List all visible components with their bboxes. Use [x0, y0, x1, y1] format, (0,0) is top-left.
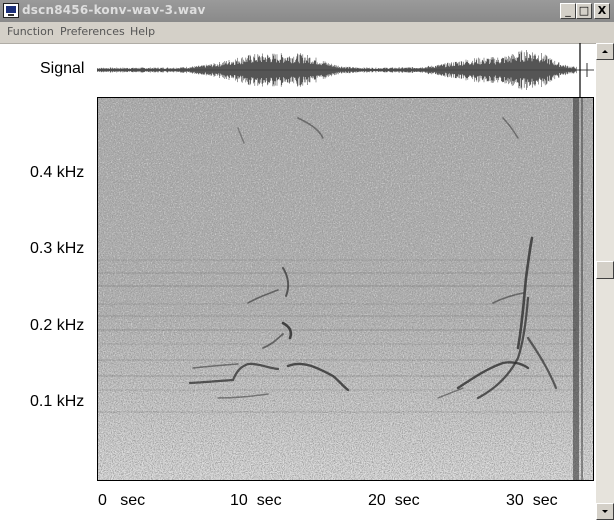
- close-button[interactable]: X: [594, 3, 610, 19]
- vertical-scrollbar[interactable]: [596, 43, 614, 520]
- freq-label-0-4: 0.4 kHz: [30, 164, 85, 181]
- window-title: dscn8456-konv-wav-3.wav: [22, 3, 206, 17]
- menu-help[interactable]: Help: [130, 25, 155, 38]
- spectrogram[interactable]: [97, 97, 594, 481]
- time-label-0: 0 sec: [98, 492, 146, 509]
- spectrogram-image: [98, 98, 593, 480]
- minimize-button[interactable]: _: [560, 3, 576, 19]
- menu-preferences[interactable]: Preferences: [60, 25, 125, 38]
- menu-bar: Function Preferences Help: [0, 22, 614, 44]
- scroll-up-button[interactable]: [596, 43, 614, 60]
- scroll-thumb[interactable]: [596, 261, 614, 279]
- scroll-down-button[interactable]: [596, 503, 614, 520]
- freq-label-0-2: 0.2 kHz: [30, 317, 85, 334]
- title-bar[interactable]: dscn8456-konv-wav-3.wav _ □ X: [0, 0, 614, 23]
- freq-label-0-3: 0.3 kHz: [30, 240, 85, 257]
- triangle-up-icon: [602, 50, 608, 53]
- computer-icon[interactable]: [3, 3, 19, 18]
- time-label-20: 20 sec: [368, 492, 420, 509]
- freq-label-0-1: 0.1 kHz: [30, 393, 85, 410]
- time-label-30: 30 sec: [506, 492, 558, 509]
- signal-label: Signal: [40, 60, 85, 77]
- signal-waveform[interactable]: [97, 43, 597, 98]
- menu-function[interactable]: Function: [7, 25, 54, 38]
- triangle-down-icon: [602, 510, 608, 513]
- time-label-10: 10 sec: [230, 492, 282, 509]
- maximize-button[interactable]: □: [576, 3, 592, 19]
